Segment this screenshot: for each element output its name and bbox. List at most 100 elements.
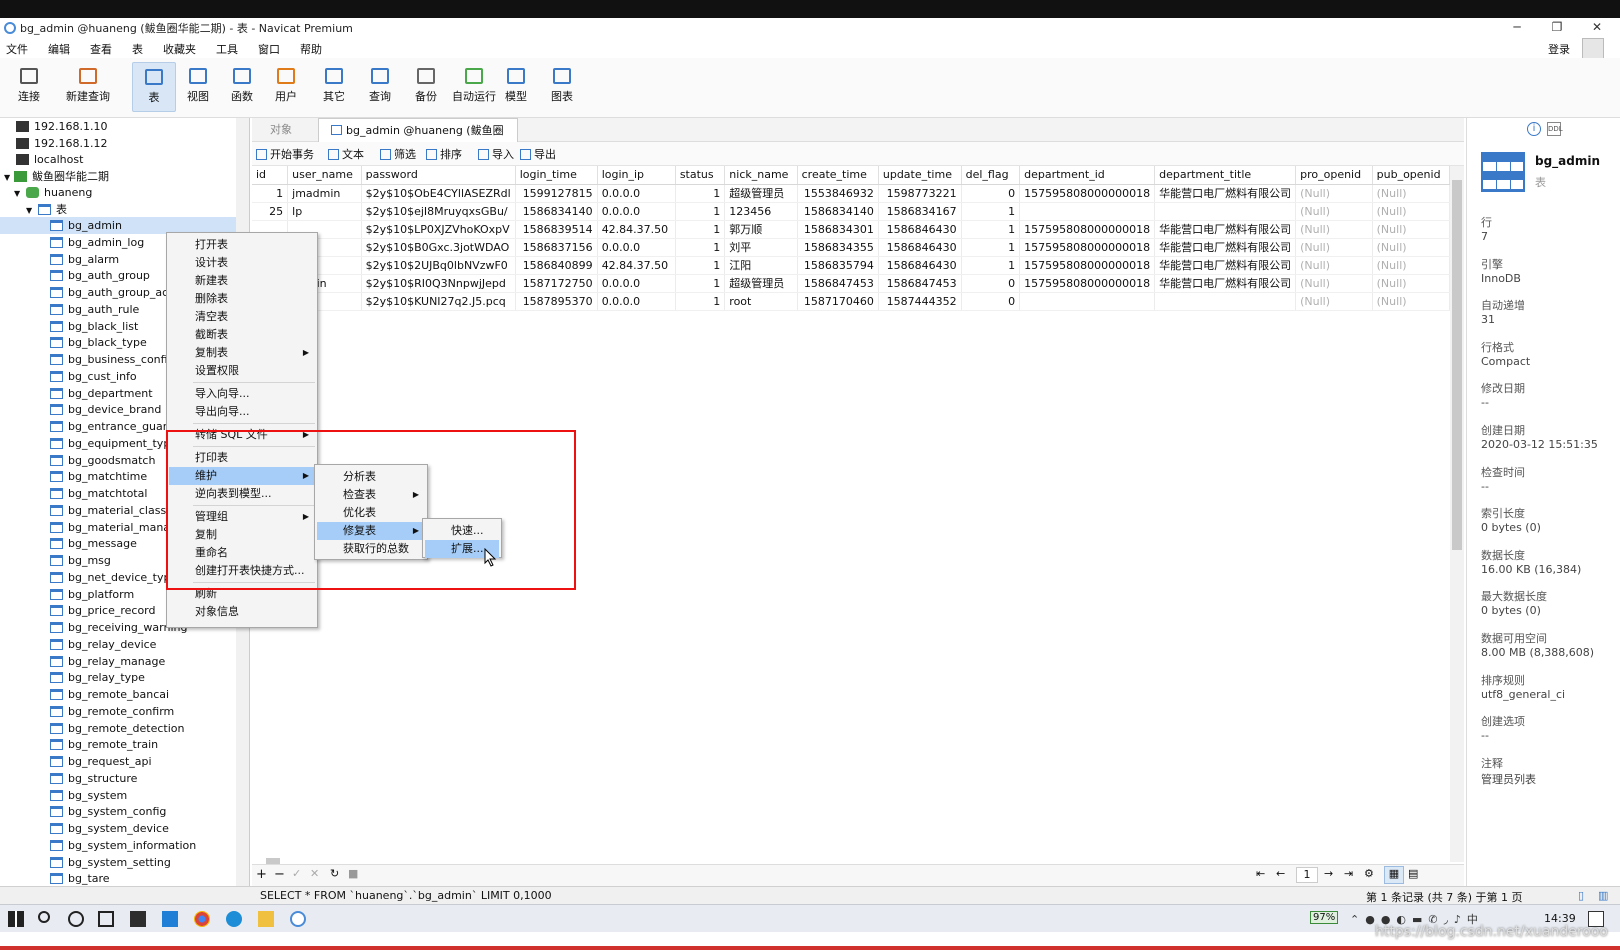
table-cell[interactable]	[1154, 202, 1297, 221]
column-header[interactable]: update_time	[878, 166, 962, 185]
restore-button[interactable]: ❐	[1542, 20, 1572, 36]
menu-item-0[interactable]: 文件	[6, 41, 28, 57]
table-cell[interactable]: 0.0.0.0	[597, 274, 676, 293]
settings-icon[interactable]: ⚙	[1364, 867, 1374, 880]
menu-item-6[interactable]: 窗口	[258, 41, 280, 57]
table-cell[interactable]: 0	[961, 292, 1021, 311]
tree-connection[interactable]: ▼ 鲅鱼圈华能二期	[4, 168, 109, 185]
table-cell[interactable]: 华能营口电厂燃料有限公司	[1154, 274, 1297, 293]
scroll-thumb[interactable]	[1452, 180, 1462, 550]
tree-table-item[interactable]: bg_remote_detection	[0, 720, 236, 737]
table-cell[interactable]: 1598773221	[878, 184, 962, 203]
tab-table-bg-admin[interactable]: bg_admin @huaneng (鲅鱼圈华能二...	[318, 118, 518, 161]
context-menu-item[interactable]: 复制表 ▶	[169, 344, 315, 362]
table-cell[interactable]: (Null)	[1372, 184, 1450, 203]
column-header[interactable]: nick_name	[724, 166, 798, 185]
toolbar-view-button[interactable]: 视图	[178, 62, 218, 112]
tree-table-item[interactable]: bg_remote_bancai	[0, 686, 236, 703]
column-header[interactable]: pub_openid	[1372, 166, 1450, 185]
table-row[interactable]: ot$2y$10$KUNI27q2.J5.pcq15878953700.0.0.…	[252, 292, 1450, 311]
task-view-icon[interactable]	[98, 911, 114, 927]
tree-table-item[interactable]: bg_structure	[0, 770, 236, 787]
menu-item-2[interactable]: 查看	[90, 41, 112, 57]
table-cell[interactable]: 1	[961, 220, 1021, 239]
delete-record-button[interactable]: −	[274, 867, 285, 882]
column-header[interactable]: login_ip	[597, 166, 676, 185]
form-view-icon[interactable]: ▤	[1408, 867, 1418, 880]
table-row[interactable]: 25 lp $2y$10$ejI8MruyqxsGBu/1586834140 0.0.…	[252, 202, 1450, 221]
vscode-icon[interactable]	[162, 911, 178, 927]
edge-icon[interactable]	[226, 911, 242, 927]
table-row[interactable]: $2y$10$B0Gxc.3jotWDAO 1586837156 0.0.0.0 1 刘…	[252, 238, 1450, 257]
column-header[interactable]: del_flag	[961, 166, 1021, 185]
table-cell[interactable]: 华能营口电厂燃料有限公司	[1154, 220, 1297, 239]
table-cell[interactable]: 1587444352	[878, 292, 962, 311]
menu-item-4[interactable]: 收藏夹	[163, 41, 196, 57]
chevron-down-icon[interactable]: ▼	[14, 185, 26, 202]
tree-table-item[interactable]: bg_relay_device	[0, 636, 236, 653]
info-icon[interactable]: i	[1527, 122, 1541, 136]
context-menu-item[interactable]: 设置权限	[169, 362, 315, 380]
tree-table-item[interactable]: bg_remote_train	[0, 736, 236, 753]
next-page-button[interactable]: →	[1324, 867, 1333, 880]
menu-item-1[interactable]: 编辑	[48, 41, 70, 57]
table-cell[interactable]: 郭万顺	[724, 220, 798, 239]
table-cell[interactable]: 1	[675, 238, 726, 257]
toolbar-other-button[interactable]: 其它	[314, 62, 354, 112]
first-page-button[interactable]: ⇤	[1256, 867, 1265, 880]
table-cell[interactable]: 1586847453	[878, 274, 962, 293]
table-cell[interactable]: (Null)	[1295, 274, 1373, 293]
table-cell[interactable]: 1	[675, 292, 726, 311]
table-row[interactable]: admin$2y$10$RI0Q3NnpwjJepd15871727500.0.…	[252, 274, 1450, 293]
explorer-icon[interactable]	[258, 911, 274, 927]
begin-transaction-button[interactable]: 开始事务	[256, 146, 314, 162]
table-cell[interactable]: 157595808000000018	[1019, 220, 1156, 239]
table-cell[interactable]: 42.84.37.50	[597, 220, 676, 239]
toolbar-connect-button[interactable]: 连接	[14, 62, 44, 112]
grid-vertical-scrollbar[interactable]	[1450, 166, 1464, 862]
toolbar-query-button[interactable]: 查询	[360, 62, 400, 112]
table-cell[interactable]: 1553846932	[797, 184, 879, 203]
table-cell[interactable]: (Null)	[1295, 184, 1373, 203]
context-menu-item[interactable]: 打开表	[169, 236, 315, 254]
table-cell[interactable]: 1	[675, 184, 726, 203]
text-button[interactable]: 文本	[328, 146, 364, 162]
column-header[interactable]: department_title	[1154, 166, 1297, 185]
table-cell[interactable]: 1586837156	[515, 238, 598, 257]
tree-host[interactable]: 192.168.1.12	[16, 135, 107, 152]
table-cell[interactable]: (Null)	[1295, 256, 1373, 275]
context-menu-item[interactable]: 删除表	[169, 290, 315, 308]
tree-table-item[interactable]: bg_tare	[0, 870, 236, 887]
table-cell[interactable]: 1586834301	[797, 220, 879, 239]
table-cell[interactable]: $2y$10$2UJBq0lbNVzwF0	[361, 256, 516, 275]
tree-host[interactable]: localhost	[16, 151, 83, 168]
import-button[interactable]: 导入	[478, 146, 514, 162]
context-menu-item[interactable]: 导入向导...	[169, 385, 315, 403]
column-header[interactable]: create_time	[797, 166, 879, 185]
table-cell[interactable]: 1586834140	[797, 202, 879, 221]
table-cell[interactable]	[1019, 202, 1156, 221]
toolbar-model-button[interactable]: 模型	[496, 62, 536, 112]
toolbar-chart-button[interactable]: 图表	[542, 62, 582, 112]
table-cell[interactable]: 华能营口电厂燃料有限公司	[1154, 238, 1297, 257]
tab-objects[interactable]: 对象	[258, 118, 304, 142]
table-cell[interactable]: 25	[252, 202, 289, 221]
table-cell[interactable]: 1586834167	[878, 202, 962, 221]
panel-split-icon[interactable]: ▥	[1598, 889, 1608, 902]
table-cell[interactable]: root	[724, 292, 798, 311]
table-cell[interactable]: 1586840899	[515, 256, 598, 275]
table-cell[interactable]	[1154, 292, 1297, 311]
column-header[interactable]: pro_openid	[1295, 166, 1373, 185]
menu-item-3[interactable]: 表	[132, 41, 143, 57]
close-button[interactable]: ✕	[1582, 20, 1612, 36]
page-number-input[interactable]: 1	[1296, 867, 1318, 883]
toolbar-automation-button[interactable]: 自动运行	[446, 62, 502, 112]
column-header[interactable]: password	[361, 166, 516, 185]
table-cell[interactable]: 123456	[724, 202, 798, 221]
last-page-button[interactable]: ⇥	[1344, 867, 1353, 880]
table-cell[interactable]: $2y$10$KUNI27q2.J5.pcq	[361, 292, 516, 311]
tree-host[interactable]: 192.168.1.10	[16, 118, 107, 135]
menu-item-7[interactable]: 帮助	[300, 41, 322, 57]
prev-page-button[interactable]: ←	[1276, 867, 1285, 880]
table-cell[interactable]: (Null)	[1295, 202, 1373, 221]
